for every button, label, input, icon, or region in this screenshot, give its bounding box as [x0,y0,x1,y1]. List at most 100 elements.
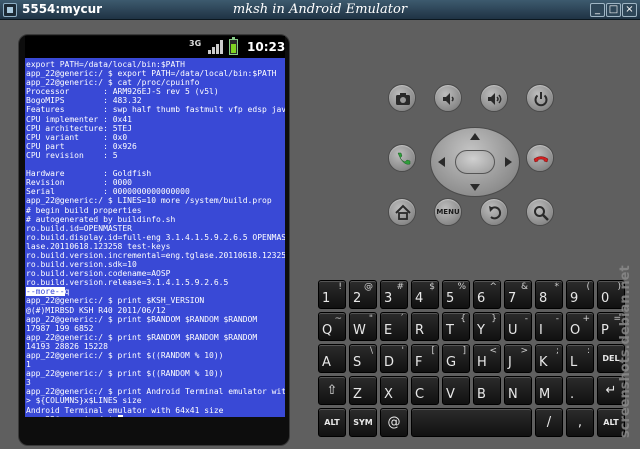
terminal-line-text: @(#)MIRBSD KSH R40 2011/06/12 [26,305,166,315]
key-row1-5[interactable]: 6 ^ [473,280,501,309]
terminal-line-text: CPU revision : 5 [26,150,118,160]
space-key[interactable] [411,408,532,437]
key-alt-label: ! [338,282,342,292]
key-row1-6[interactable]: 7 & [504,280,532,309]
android-status-bar[interactable]: 3G 10:23 [25,36,285,58]
key-row4-6[interactable]: M [535,376,563,405]
key-row4-0[interactable]: Z [349,376,377,405]
terminal-cursor [117,414,123,417]
terminal-line-text: app_22@generic:/ $ print $((RANDOM % 10)… [26,369,224,379]
key-label: C [415,387,425,402]
pager-more-prompt: --more-- [26,287,65,297]
title-bar[interactable]: 5554:mycur mksh in Android Emulator _ □ … [0,0,640,20]
terminal-line-text: Features : swp half thumb fastmult vfp e… [26,105,285,115]
power-button[interactable] [526,84,554,112]
sym-key[interactable]: SYM [349,408,377,437]
terminal-line: BogoMIPS : 483.32 [26,96,284,105]
key-row3-8[interactable]: L: [566,344,594,373]
alt-key-left[interactable]: ALT [318,408,346,437]
key-row1-2[interactable]: 3 # [380,280,408,309]
terminal-line: ro.build.version.release=3.1.4.1.5.9.2.6… [26,278,284,287]
key-row1-8[interactable]: 9( [566,280,594,309]
key-label: R [415,323,425,338]
terminal-line-text: # autogenerated by buildinfo.sh [26,214,176,224]
volume-up-button[interactable] [480,84,508,112]
at-key[interactable]: @ [380,408,408,437]
key-row2-8[interactable]: O + [566,312,594,341]
terminal-line: ro.build.version.codename=AOSP [26,269,284,278]
end-call-button[interactable] [526,144,554,172]
key-row3-5[interactable]: H < [473,344,501,373]
dpad-down-icon[interactable] [470,184,480,191]
key-row3-3[interactable]: F[ [411,344,439,373]
key-row3-0[interactable]: A [318,344,346,373]
key-row2-1[interactable]: W " [349,312,377,341]
key-row1-0[interactable]: 1! [318,280,346,309]
key-row4-1[interactable]: X [380,376,408,405]
window-menu-icon[interactable] [3,3,17,17]
dpad-right-icon[interactable] [505,157,512,167]
key-label: 4 [415,291,424,306]
terminal-line-text: Hardware : Goldfish [26,169,152,179]
key-alt-label: ^ [489,282,497,292]
key-label: Y [477,323,485,338]
key-label: Q [322,323,333,338]
terminal-line: app_22@generic:/ $ print $KSH_VERSION [26,296,284,305]
key-label: I [539,323,543,338]
watermark-text: screenshots.debian.net [618,265,633,438]
key-row4-4[interactable]: B [473,376,501,405]
key-row3-6[interactable]: J > [504,344,532,373]
key-row1-3[interactable]: 4 $ [411,280,439,309]
close-button[interactable]: × [622,3,637,17]
key-alt-label: ; [555,346,559,356]
key-row3-1[interactable]: S \ [349,344,377,373]
key-row2-2[interactable]: E ´ [380,312,408,341]
key-row4-2[interactable]: C [411,376,439,405]
key-alt-label: # [396,282,404,292]
key-row2-4[interactable]: T{ [442,312,470,341]
camera-icon [396,93,410,105]
dpad-center-button[interactable] [455,150,495,174]
key-row4-7[interactable]: . [566,376,594,405]
dpad[interactable] [430,127,520,197]
call-button[interactable] [388,144,416,172]
key-row3-4[interactable]: G] [442,344,470,373]
key-row2-6[interactable]: U- [504,312,532,341]
comma-key[interactable]: , [566,408,594,437]
terminal-line-text: 1 [26,360,31,370]
key-row2-0[interactable]: Q ~ [318,312,346,341]
terminal-line-text: app_22@generic:/ $ print Android Termina… [26,387,285,397]
slash-key[interactable]: / [535,408,563,437]
key-row3-2[interactable]: D ' [380,344,408,373]
camera-button[interactable] [388,84,416,112]
terminal-line-text: ro.build.display.id=full-eng 3.1.4.1.5.9… [26,232,285,242]
dpad-up-icon[interactable] [470,133,480,140]
back-button[interactable] [480,198,508,226]
key-row4-5[interactable]: N [504,376,532,405]
volume-down-button[interactable] [434,84,462,112]
dpad-left-icon[interactable] [438,157,445,167]
key-label: 9 [570,291,579,306]
terminal-line: CPU implementer : 0x41 [26,115,284,124]
key-row1-1[interactable]: 2 @ [349,280,377,309]
key-row1-4[interactable]: 5% [442,280,470,309]
terminal-line: app_22@generic:/ $ export PATH=/data/loc… [26,69,284,78]
key-row1-7[interactable]: 8 * [535,280,563,309]
key-row2-3[interactable]: R [411,312,439,341]
shift-key[interactable]: ⇧ [318,376,346,405]
terminal-line: Android Terminal emulator with 64x41 siz… [26,406,284,415]
emulator-window: 5554:mycur mksh in Android Emulator _ □ … [0,0,640,449]
search-button[interactable] [526,198,554,226]
terminal-line-text: app_22@generic:/ $ print $KSH_VERSION [26,296,205,306]
menu-button[interactable]: MENU [434,198,462,226]
key-row2-7[interactable]: I- [535,312,563,341]
key-row2-5[interactable]: Y} [473,312,501,341]
terminal-line: @(#)MIRBSD KSH R40 2011/06/12 [26,306,284,315]
key-label: O [570,323,581,338]
home-button[interactable] [388,198,416,226]
key-row4-3[interactable]: V [442,376,470,405]
terminal-screen[interactable]: export PATH=/data/local/bin:$PATH app_22@… [25,58,285,417]
minimize-button[interactable]: _ [590,3,605,17]
key-row3-7[interactable]: K; [535,344,563,373]
maximize-button[interactable]: □ [606,3,621,17]
